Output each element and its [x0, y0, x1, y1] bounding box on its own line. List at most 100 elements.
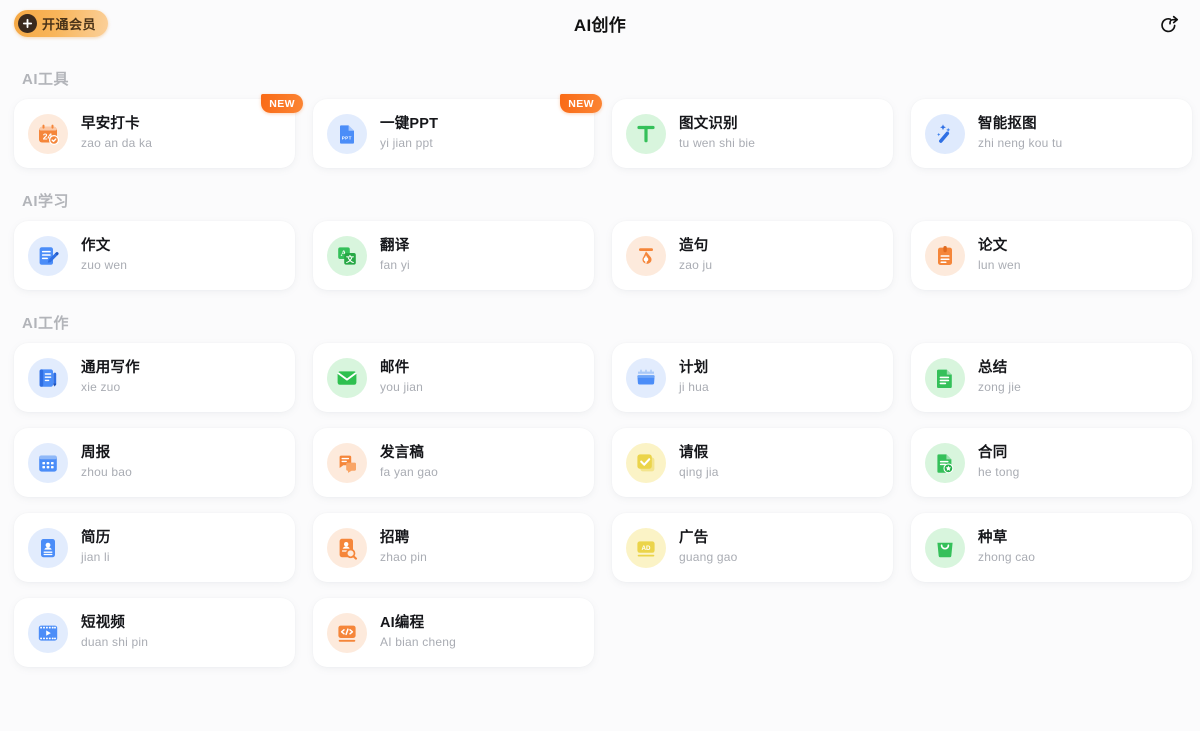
calendar-24-check-icon: 24 [28, 114, 68, 154]
tool-card-text: 广告 guang gao [679, 529, 738, 567]
tool-card[interactable]: 通用写作xie zuo [14, 343, 295, 412]
tool-card-title: 发言稿 [380, 444, 438, 462]
tool-card-grid: 通用写作xie zuo 邮件you jian 计划ji hua 总结 zong jie 周… [0, 343, 1200, 667]
tool-card[interactable]: 招聘zhao pin [313, 513, 594, 582]
tool-card-subtitle: zhi neng kou tu [978, 135, 1062, 152]
tool-card-subtitle: zhou bao [81, 464, 132, 481]
contract-seal-icon [925, 443, 965, 483]
open-membership-button[interactable]: 开通会员 [14, 10, 108, 37]
tool-card-text: 翻译fan yi [380, 237, 410, 275]
tool-card-grid: 作文zuo wen A文翻译fan yi 造句zao ju 论文lun wen [0, 221, 1200, 290]
tool-card-grid: 24早安打卡zao an da kaNEWPPT一键PPTyi jian ppt… [0, 99, 1200, 168]
tool-card-subtitle: fan yi [380, 257, 410, 274]
checkbox-leave-icon [626, 443, 666, 483]
tool-card[interactable]: 智能抠图 zhi neng kou tu [911, 99, 1192, 168]
tool-card[interactable]: 请假qing jia [612, 428, 893, 497]
ad-banner-icon: AD [626, 528, 666, 568]
tool-card-text: 论文lun wen [978, 237, 1021, 275]
tool-card-text: 计划ji hua [679, 359, 709, 397]
text-recognition-icon [626, 114, 666, 154]
tool-card-title: 造句 [679, 237, 712, 255]
video-play-icon [28, 613, 68, 653]
open-membership-label: 开通会员 [42, 14, 96, 33]
tool-card-title: 图文识别 [679, 115, 755, 133]
tool-card-title: 周报 [81, 444, 132, 462]
tool-card[interactable]: 周报 zhou bao [14, 428, 295, 497]
tool-card-text: AI编程 AI bian cheng [380, 614, 456, 652]
tool-card-title: 作文 [81, 237, 127, 255]
tool-card-title: 广告 [679, 529, 738, 547]
tool-card-subtitle: zong jie [978, 379, 1021, 396]
tool-card[interactable]: 24早安打卡zao an da kaNEW [14, 99, 295, 168]
tool-card-title: 招聘 [380, 529, 427, 547]
calendar-grid-icon [28, 443, 68, 483]
tool-card-title: AI编程 [380, 614, 456, 632]
tool-card-subtitle: zhong cao [978, 549, 1035, 566]
tool-card[interactable]: 邮件you jian [313, 343, 594, 412]
tool-card[interactable]: 发言稿fa yan gao [313, 428, 594, 497]
section-3: AI工作通用写作xie zuo 邮件you jian 计划ji hua 总结 zong … [0, 298, 1200, 667]
tool-card-text: 总结 zong jie [978, 359, 1021, 397]
tool-card-text: 种草zhong cao [978, 529, 1035, 567]
tool-card-text: 招聘zhao pin [380, 529, 427, 567]
section-title: AI学习 [0, 176, 1200, 221]
section-title: AI工具 [0, 54, 1200, 99]
fountain-pen-icon [626, 236, 666, 276]
share-icon[interactable] [1156, 8, 1186, 38]
tool-card-title: 早安打卡 [81, 115, 152, 133]
tool-card[interactable]: 简历 jian li [14, 513, 295, 582]
tool-card[interactable]: AI编程 AI bian cheng [313, 598, 594, 667]
tool-card-title: 智能抠图 [978, 115, 1062, 133]
tool-card[interactable]: A文翻译fan yi [313, 221, 594, 290]
summary-doc-icon [925, 358, 965, 398]
tool-card[interactable]: 论文lun wen [911, 221, 1192, 290]
essay-pencil-icon [28, 236, 68, 276]
tool-card[interactable]: 计划ji hua [612, 343, 893, 412]
tool-card-text: 简历 jian li [81, 529, 110, 567]
magic-wand-icon [925, 114, 965, 154]
tool-card-subtitle: he tong [978, 464, 1019, 481]
tool-card[interactable]: AD 广告 guang gao [612, 513, 893, 582]
translate-icon: A文 [327, 236, 367, 276]
tool-card-subtitle: you jian [380, 379, 423, 396]
section-1: AI工具24早安打卡zao an da kaNEWPPT一键PPTyi jian… [0, 54, 1200, 168]
svg-text:文: 文 [346, 253, 355, 263]
app-header: 开通会员 AI创作 [0, 0, 1200, 46]
section-title: AI工作 [0, 298, 1200, 343]
tool-card[interactable]: PPT一键PPTyi jian pptNEW [313, 99, 594, 168]
speech-bubble-icon [327, 443, 367, 483]
tool-card[interactable]: 合同 he tong [911, 428, 1192, 497]
plan-notepad-icon [626, 358, 666, 398]
tool-card-text: 周报 zhou bao [81, 444, 132, 482]
tool-card-subtitle: AI bian cheng [380, 634, 456, 651]
tool-card-subtitle: lun wen [978, 257, 1021, 274]
envelope-icon [327, 358, 367, 398]
tool-card[interactable]: 短视频duan shi pin [14, 598, 295, 667]
svg-text:AD: AD [642, 544, 651, 551]
tool-card-text: 通用写作xie zuo [81, 359, 140, 397]
tool-card[interactable]: 图文识别 tu wen shi bie [612, 99, 893, 168]
tool-card-subtitle: yi jian ppt [380, 135, 438, 152]
tool-card-title: 简历 [81, 529, 110, 547]
tool-card-text: 作文zuo wen [81, 237, 127, 275]
ppt-file-icon: PPT [327, 114, 367, 154]
svg-text:PPT: PPT [342, 135, 352, 140]
tool-card-title: 合同 [978, 444, 1019, 462]
tool-card-text: 图文识别 tu wen shi bie [679, 115, 755, 153]
tool-card-subtitle: guang gao [679, 549, 738, 566]
tool-card-title: 短视频 [81, 614, 148, 632]
tool-card-subtitle: tu wen shi bie [679, 135, 755, 152]
tool-card[interactable]: 总结 zong jie [911, 343, 1192, 412]
tool-card-title: 通用写作 [81, 359, 140, 377]
new-badge: NEW [261, 94, 303, 113]
recruit-search-icon [327, 528, 367, 568]
paper-document-icon [925, 236, 965, 276]
plus-circle-icon [18, 14, 37, 33]
tool-card-subtitle: jian li [81, 549, 110, 566]
tool-card[interactable]: 造句zao ju [612, 221, 893, 290]
tool-card[interactable]: 作文zuo wen [14, 221, 295, 290]
tool-card[interactable]: 种草zhong cao [911, 513, 1192, 582]
tool-card-title: 总结 [978, 359, 1021, 377]
tool-card-title: 计划 [679, 359, 709, 377]
new-badge: NEW [560, 94, 602, 113]
